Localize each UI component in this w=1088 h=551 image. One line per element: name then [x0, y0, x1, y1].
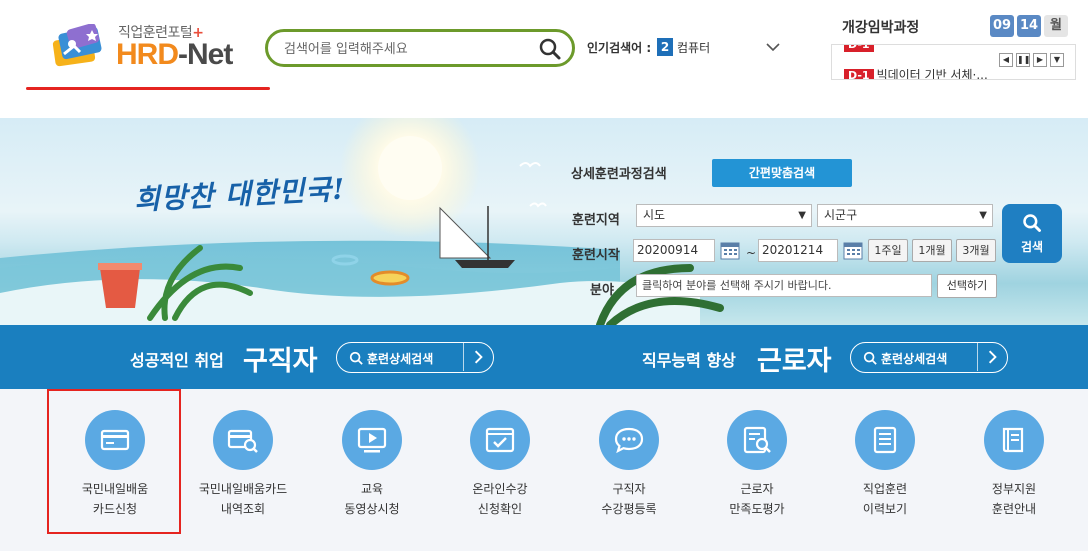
start-label: 훈련시작: [572, 248, 620, 263]
pause-icon[interactable]: ❚❚: [1016, 53, 1030, 67]
jobseeker-tagline: 성공적인 취업: [130, 351, 224, 370]
expand-icon[interactable]: ▼: [1050, 53, 1064, 67]
jobseeker-detail-search-button[interactable]: 훈련상세검색: [336, 342, 494, 373]
quick-item-icon-bg: [213, 410, 273, 470]
logo-mark-icon: [52, 24, 102, 67]
annotation-underline: [26, 87, 270, 90]
quick-item-gov-support[interactable]: 정부지원 훈련안내: [949, 410, 1079, 530]
quick-item-label: 구직자 수강평등록: [601, 482, 657, 516]
chevron-right-icon: [463, 343, 483, 371]
next-icon[interactable]: ▶: [1033, 53, 1047, 67]
field-select-input[interactable]: 클릭하여 분야를 선택해 주시기 바랍니다.: [636, 274, 932, 297]
chevron-right-icon: [977, 343, 997, 371]
start-date-input[interactable]: 20200914: [633, 239, 715, 262]
list-item[interactable]: D-1 빅데이터 기반 서체·...: [844, 66, 988, 80]
calendar-icon[interactable]: [843, 240, 863, 260]
period-3month-button[interactable]: 3개월: [956, 239, 996, 262]
book-icon: [1002, 427, 1024, 453]
date-range-separator: ~: [746, 246, 757, 260]
course-name: 빅데이터 기반 서체·...: [876, 68, 988, 80]
annotation-highlight-box: [47, 389, 181, 534]
prev-icon[interactable]: ◀: [999, 53, 1013, 67]
end-date-input[interactable]: 20201214: [758, 239, 838, 262]
quick-item-icon-bg: [470, 410, 530, 470]
quick-item-icon-bg: [984, 410, 1044, 470]
card-search-icon: [227, 429, 258, 453]
search-icon[interactable]: [538, 37, 562, 61]
hrd-net-main-page: 직업훈련포털+ HRD-Net 인기검색어 : 2 컴퓨터 개강임박과정 09 …: [0, 0, 1088, 551]
quick-item-label: 온라인수강 신청확인: [472, 482, 528, 516]
region-label: 훈련지역: [572, 213, 620, 228]
quick-item-label: 국민내일배움카드 내역조회: [198, 482, 288, 516]
header: 직업훈련포털+ HRD-Net 인기검색어 : 2 컴퓨터 개강임박과정 09 …: [0, 0, 1088, 118]
date-weekday: 월: [1044, 15, 1068, 37]
date-month: 09: [990, 15, 1014, 37]
quick-item-online-check[interactable]: 온라인수강 신청확인: [435, 410, 565, 530]
quick-item-icon-bg: [599, 410, 659, 470]
worker-detail-search-button[interactable]: 훈련상세검색: [850, 342, 1008, 373]
document-list-icon: [873, 426, 897, 454]
course-search-label: 검색: [1020, 240, 1044, 254]
target-strip: 성공적인 취업 구직자 훈련상세검색 직무능력 향상 근로자 훈련상세검색: [0, 325, 1088, 389]
list-item[interactable]: D-1 ─ ─ ─ ─ ─ ─: [844, 45, 939, 52]
quick-item-video[interactable]: 교육 동영상시청: [307, 410, 437, 530]
pick-field-button[interactable]: 선택하기: [937, 274, 997, 298]
detail-search-title: 상세훈련과정검색: [571, 167, 667, 182]
search-box: [265, 29, 575, 67]
quick-item-satisfaction[interactable]: 근로자 만족도평가: [692, 410, 822, 530]
field-label: 분야: [590, 283, 614, 298]
browser-check-icon: [485, 427, 515, 453]
quick-item-label: 근로자 만족도평가: [729, 482, 785, 516]
speech-bubble-icon: [614, 427, 644, 454]
search-icon: [349, 351, 363, 365]
custom-search-button[interactable]: 간편맞춤검색: [712, 159, 852, 187]
sigungu-select[interactable]: 시군구 ▼: [817, 204, 993, 227]
popular-keyword-link[interactable]: 컴퓨터: [677, 39, 710, 56]
quick-item-training-history[interactable]: 직업훈련 이력보기: [820, 410, 950, 530]
search-icon: [1023, 214, 1041, 232]
quick-item-label: 직업훈련 이력보기: [862, 482, 908, 516]
quick-item-icon-bg: [727, 410, 787, 470]
video-play-icon: [357, 427, 387, 453]
popular-keyword-label: 인기검색어 :: [587, 41, 652, 55]
jobseeker-title: 구직자: [243, 346, 318, 377]
search-icon: [863, 351, 877, 365]
calendar-icon[interactable]: [720, 240, 740, 260]
logo-wordmark: HRD-Net: [116, 38, 233, 71]
quick-item-card-history[interactable]: 국민내일배움카드 내역조회: [178, 410, 308, 530]
sido-select[interactable]: 시도 ▼: [636, 204, 812, 227]
quick-item-icon-bg: [855, 410, 915, 470]
quick-item-label: 정부지원 훈련안내: [991, 482, 1037, 516]
popular-keyword-rank: 2: [657, 38, 673, 56]
upcoming-courses-title: 개강임박과정: [842, 20, 920, 36]
course-search-button[interactable]: 검색: [1002, 204, 1062, 263]
quick-item-review[interactable]: 구직자 수강평등록: [564, 410, 694, 530]
chevron-down-icon[interactable]: [764, 38, 782, 56]
document-search-icon: [743, 426, 771, 454]
worker-title: 근로자: [757, 346, 832, 377]
search-input[interactable]: [284, 38, 534, 60]
period-1week-button[interactable]: 1주일: [868, 239, 908, 262]
hero-banner: 희망찬 대한민국! 상세훈련과정검색 간편맞춤검색 훈련지역 시도 ▼ 시군구 ▼ …: [0, 118, 1088, 325]
dday-badge: D-1: [844, 45, 874, 52]
worker-tagline: 직무능력 향상: [642, 351, 736, 370]
date-day: 14: [1017, 15, 1041, 37]
dday-badge: D-1: [844, 69, 874, 79]
period-1month-button[interactable]: 1개월: [912, 239, 952, 262]
quick-item-icon-bg: [342, 410, 402, 470]
hrd-net-logo[interactable]: 직업훈련포털+ HRD-Net: [50, 18, 250, 74]
quick-item-label: 교육 동영상시청: [344, 482, 400, 516]
